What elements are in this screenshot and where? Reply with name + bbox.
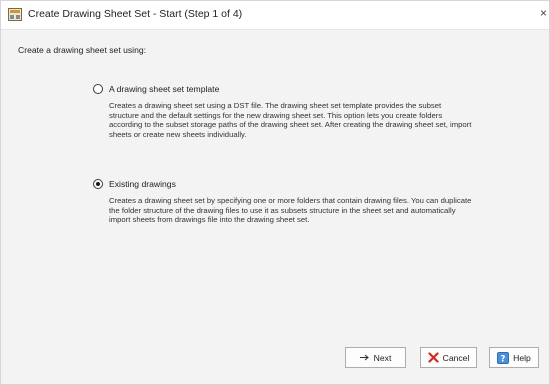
option-template: A drawing sheet set template Creates a d… bbox=[93, 84, 473, 139]
help-button-label: Help bbox=[513, 352, 531, 363]
radio-option-existing-drawings[interactable]: Existing drawings bbox=[93, 179, 473, 189]
create-drawing-sheet-set-dialog: Create Drawing Sheet Set - Start (Step 1… bbox=[0, 0, 550, 385]
radio-button-unchecked[interactable] bbox=[93, 84, 103, 94]
drawing-sheet-set-icon bbox=[8, 8, 22, 21]
option-label-template: A drawing sheet set template bbox=[109, 84, 220, 94]
help-book-icon: ? bbox=[497, 351, 510, 364]
window-title: Create Drawing Sheet Set - Start (Step 1… bbox=[28, 8, 243, 20]
prompt-text: Create a drawing sheet set using: bbox=[18, 45, 147, 55]
radio-option-template[interactable]: A drawing sheet set template bbox=[93, 84, 473, 94]
title-bar: Create Drawing Sheet Set - Start (Step 1… bbox=[1, 1, 549, 30]
next-button[interactable]: Next bbox=[345, 347, 406, 368]
help-button[interactable]: ? Help bbox=[489, 347, 539, 368]
option-description-template: Creates a drawing sheet set using a DST … bbox=[109, 101, 472, 139]
option-existing-drawings: Existing drawings Creates a drawing shee… bbox=[93, 179, 473, 225]
close-button[interactable]: × bbox=[540, 6, 547, 20]
option-description-existing-drawings: Creates a drawing sheet set by specifyin… bbox=[109, 196, 472, 225]
cancel-button-label: Cancel bbox=[442, 352, 470, 363]
svg-text:?: ? bbox=[501, 354, 506, 364]
cancel-button[interactable]: Cancel bbox=[420, 347, 477, 368]
red-x-icon bbox=[428, 352, 439, 363]
radio-button-checked[interactable] bbox=[93, 179, 103, 189]
arrow-right-icon bbox=[359, 354, 370, 361]
option-label-existing-drawings: Existing drawings bbox=[109, 179, 176, 189]
next-button-label: Next bbox=[373, 352, 392, 363]
